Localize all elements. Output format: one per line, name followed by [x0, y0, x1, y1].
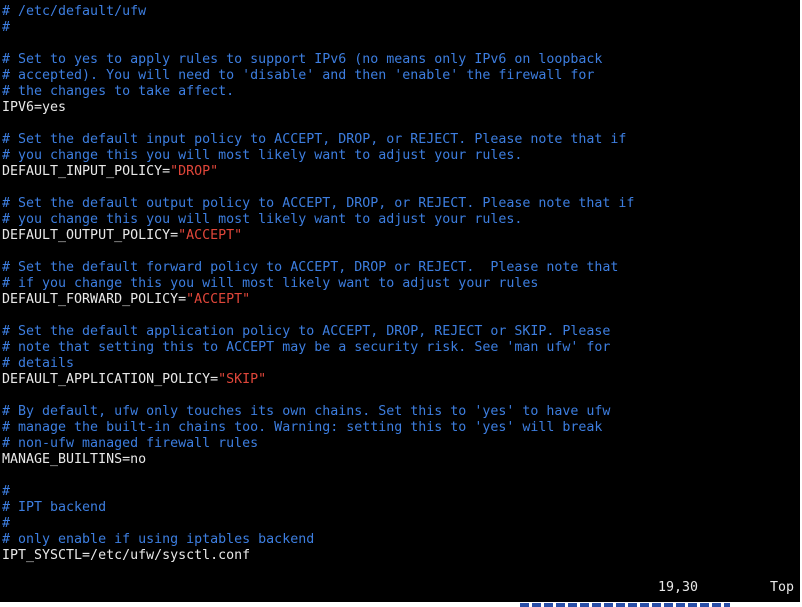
- editor-line[interactable]: # non-ufw managed firewall rules: [2, 436, 634, 452]
- comment-text: # manage the built-in chains too. Warnin…: [2, 420, 603, 435]
- editor-line[interactable]: # Set the default application policy to …: [2, 324, 634, 340]
- editor-line[interactable]: # Set the default input policy to ACCEPT…: [2, 132, 634, 148]
- editor-line[interactable]: #: [2, 20, 634, 36]
- comment-text: # Set the default input policy to ACCEPT…: [2, 132, 627, 147]
- editor-line[interactable]: DEFAULT_OUTPUT_POLICY="ACCEPT": [2, 228, 634, 244]
- comment-text: # note that setting this to ACCEPT may b…: [2, 340, 611, 355]
- editor-line[interactable]: [2, 116, 634, 132]
- editor-line[interactable]: # if you change this you will most likel…: [2, 276, 634, 292]
- editor-buffer[interactable]: # /etc/default/ufw # # Set to yes to apply…: [2, 4, 634, 564]
- editor-line[interactable]: # /etc/default/ufw: [2, 4, 634, 20]
- editor-line[interactable]: # you change this you will most likely w…: [2, 212, 634, 228]
- comment-text: #: [2, 516, 11, 531]
- string-value: "ACCEPT": [186, 292, 251, 307]
- status-line: 19,30 Top: [0, 579, 800, 597]
- editor-line[interactable]: # Set to yes to apply rules to support I…: [2, 52, 634, 68]
- string-value: "SKIP": [218, 372, 267, 387]
- config-text: MANAGE_BUILTINS=no: [2, 452, 147, 467]
- string-value: "DROP": [170, 164, 219, 179]
- editor-line[interactable]: #: [2, 484, 634, 500]
- comment-text: # non-ufw managed firewall rules: [2, 436, 259, 451]
- editor-line[interactable]: [2, 388, 634, 404]
- comment-text: # accepted). You will need to 'disable' …: [2, 68, 595, 83]
- editor-line[interactable]: [2, 308, 634, 324]
- editor-line[interactable]: MANAGE_BUILTINS=no: [2, 452, 634, 468]
- editor-line[interactable]: # details: [2, 356, 634, 372]
- config-text: DEFAULT_OUTPUT_POLICY=: [2, 228, 179, 243]
- string-value: "ACCEPT": [178, 228, 243, 243]
- comment-text: # Set the default application policy to …: [2, 324, 611, 339]
- config-text: IPT_SYSCTL=/etc/ufw/sysctl.conf: [2, 548, 251, 563]
- comment-text: # Set to yes to apply rules to support I…: [2, 52, 603, 67]
- comment-text: # if you change this you will most likel…: [2, 276, 539, 291]
- cursor-position: 19,30: [658, 580, 699, 595]
- comment-text: # Set the default forward policy to ACCE…: [2, 260, 619, 275]
- editor-line[interactable]: # note that setting this to ACCEPT may b…: [2, 340, 634, 356]
- editor-line[interactable]: #: [2, 516, 634, 532]
- editor-line[interactable]: # Set the default output policy to ACCEP…: [2, 196, 634, 212]
- editor-line[interactable]: # By default, ufw only touches its own c…: [2, 404, 634, 420]
- editor-line[interactable]: # the changes to take affect.: [2, 84, 634, 100]
- comment-text: #: [2, 20, 11, 35]
- editor-line[interactable]: # Set the default forward policy to ACCE…: [2, 260, 634, 276]
- terminal-window[interactable]: # /etc/default/ufw # # Set to yes to apply…: [0, 0, 802, 603]
- config-text: IPV6=yes: [2, 100, 67, 115]
- comment-text: # you change this you will most likely w…: [2, 148, 523, 163]
- editor-line[interactable]: # IPT backend: [2, 500, 634, 516]
- comment-text: # the changes to take affect.: [2, 84, 235, 99]
- config-text: DEFAULT_INPUT_POLICY=: [2, 164, 171, 179]
- comment-text: # IPT backend: [2, 500, 107, 515]
- comment-text: # /etc/default/ufw: [2, 4, 147, 19]
- config-text: DEFAULT_APPLICATION_POLICY=: [2, 372, 219, 387]
- editor-line[interactable]: # accepted). You will need to 'disable' …: [2, 68, 634, 84]
- config-text: DEFAULT_FORWARD_POLICY=: [2, 292, 187, 307]
- comment-text: # By default, ufw only touches its own c…: [2, 404, 611, 419]
- editor-line[interactable]: # only enable if using iptables backend: [2, 532, 634, 548]
- comment-text: #: [2, 484, 11, 499]
- editor-line[interactable]: # manage the built-in chains too. Warnin…: [2, 420, 634, 436]
- comment-text: # you change this you will most likely w…: [2, 212, 523, 227]
- comment-text: # details: [2, 356, 75, 371]
- comment-text: # only enable if using iptables backend: [2, 532, 315, 547]
- editor-line[interactable]: DEFAULT_FORWARD_POLICY="ACCEPT": [2, 292, 634, 308]
- background-window-edge: [520, 603, 730, 607]
- editor-line[interactable]: IPT_SYSCTL=/etc/ufw/sysctl.conf: [2, 548, 634, 564]
- editor-line[interactable]: DEFAULT_INPUT_POLICY="DROP": [2, 164, 634, 180]
- editor-line[interactable]: [2, 244, 634, 260]
- editor-line[interactable]: [2, 180, 634, 196]
- editor-line[interactable]: [2, 468, 634, 484]
- editor-line[interactable]: DEFAULT_APPLICATION_POLICY="SKIP": [2, 372, 634, 388]
- editor-line[interactable]: IPV6=yes: [2, 100, 634, 116]
- editor-line[interactable]: # you change this you will most likely w…: [2, 148, 634, 164]
- editor-line[interactable]: [2, 36, 634, 52]
- scroll-position: Top: [770, 580, 795, 595]
- comment-text: # Set the default output policy to ACCEP…: [2, 196, 635, 211]
